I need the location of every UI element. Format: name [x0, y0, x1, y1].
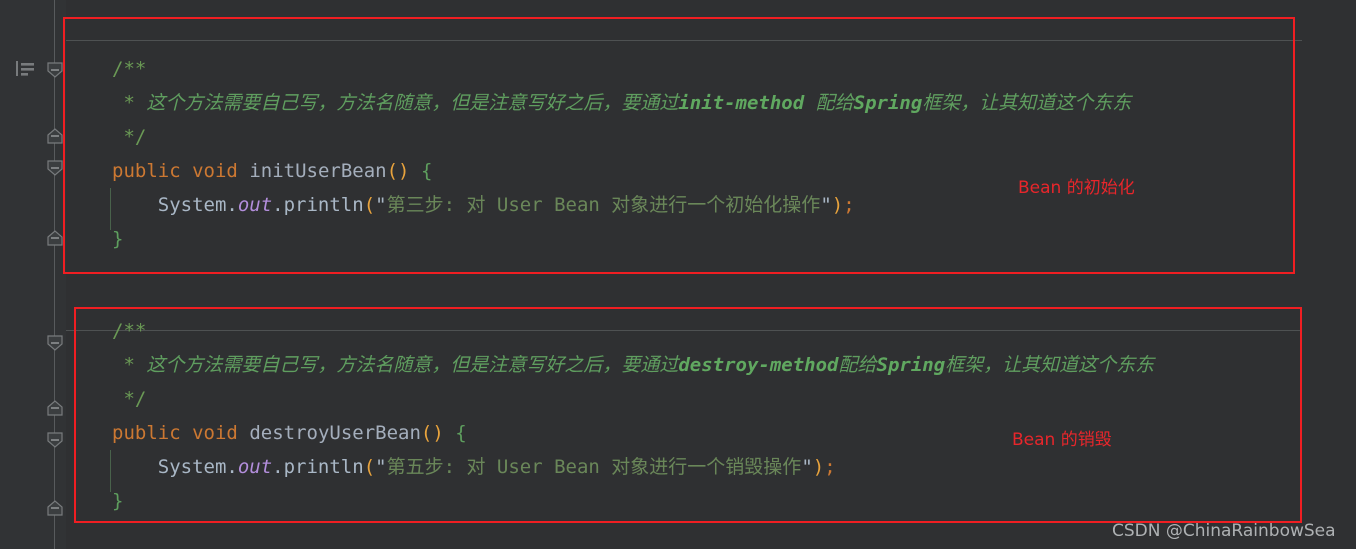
code-editor-screenshot: /** * 这个方法需要自己写，方法名随意，但是注意写好之后，要通过init-m… [0, 0, 1356, 549]
annotation-label-destroy: Bean 的销毁 [1012, 430, 1112, 450]
fold-marker-8[interactable] [47, 500, 63, 516]
fold-marker-4[interactable] [47, 230, 63, 246]
fold-marker-7[interactable] [47, 432, 63, 448]
annotation-box-init [63, 17, 1295, 274]
editor-left-gutter[interactable] [0, 0, 40, 549]
fold-marker-5[interactable] [47, 335, 63, 351]
annotation-box-destroy [74, 307, 1302, 523]
fold-marker-1[interactable] [47, 62, 63, 78]
annotation-label-init: Bean 的初始化 [1018, 178, 1135, 198]
fold-guideline [54, 0, 55, 549]
bookmark-lines-icon[interactable] [14, 58, 36, 80]
fold-marker-6[interactable] [47, 400, 63, 416]
fold-marker-3[interactable] [47, 160, 63, 176]
fold-marker-2[interactable] [47, 128, 63, 144]
csdn-watermark: CSDN @ChinaRainbowSea [1112, 521, 1336, 541]
